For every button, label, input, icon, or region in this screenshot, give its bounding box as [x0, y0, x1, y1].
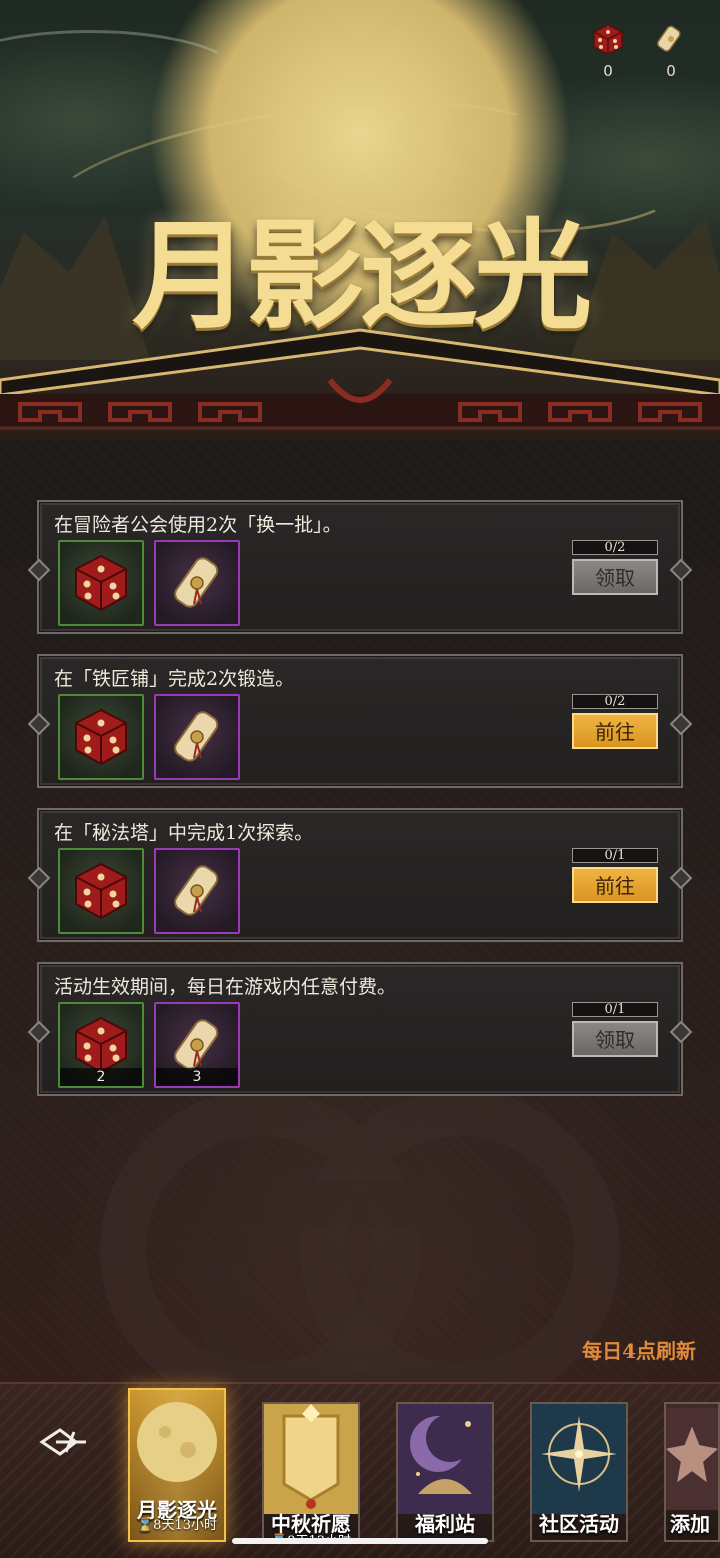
reward-dice[interactable] — [58, 694, 144, 780]
reward-dice[interactable] — [58, 848, 144, 934]
scroll-icon — [174, 865, 219, 916]
task-card: 在「秘法塔」中完成1次探索。 0/1 前往 — [37, 808, 683, 942]
task-progress: 0/2 — [572, 694, 658, 709]
reward-scroll[interactable] — [154, 694, 240, 780]
reward-dice[interactable]: 2 — [58, 1002, 144, 1088]
home-indicator[interactable] — [232, 1538, 488, 1544]
task-progress: 0/1 — [572, 1002, 658, 1017]
red-dice-icon — [591, 22, 625, 56]
claim-button[interactable]: 领取 — [572, 1021, 658, 1057]
tab-welfare-station[interactable]: 福利站 — [396, 1402, 494, 1542]
go-button[interactable]: 前往 — [572, 867, 658, 903]
daily-refresh-note: 每日4点刷新 — [582, 1339, 696, 1363]
red-dice-icon — [75, 862, 127, 920]
tab-mid-autumn-wish[interactable]: 中秋祈愿 ⌛8天13小时 — [262, 1402, 360, 1542]
back-arrow-icon — [39, 1428, 86, 1456]
event-banner: 月影逐光 0 0 — [0, 0, 720, 440]
task-description: 在「秘法塔」中完成1次探索。 — [54, 822, 314, 844]
crescent-moon-icon — [398, 1404, 492, 1514]
tab-label: 社区活动 — [539, 1512, 619, 1536]
scroll-icon — [174, 711, 219, 762]
tab-moon-shadow[interactable]: 月影逐光 ⌛8天13小时 — [128, 1388, 226, 1542]
event-tab-bar: 月影逐光 ⌛8天13小时 中秋祈愿 ⌛8天13小时 福利站 社区活动 — [0, 1382, 720, 1558]
red-dice-icon — [75, 708, 127, 766]
tab-timer-text: 8天13小时 — [153, 1518, 217, 1533]
lantern-icon — [264, 1404, 358, 1514]
scroll-icon — [654, 22, 688, 56]
scroll-icon — [174, 557, 219, 608]
dice-currency: 0 — [588, 22, 628, 80]
task-description: 活动生效期间，每日在游戏内任意付费。 — [54, 976, 397, 998]
dice-count: 0 — [603, 62, 613, 80]
compass-icon — [532, 1404, 626, 1514]
task-card: 在冒险者公会使用2次「换一批」。 0/2 领取 — [37, 500, 683, 634]
pavilion-roof — [0, 320, 720, 440]
cloud-swirl — [0, 30, 240, 120]
reward-quantity: 3 — [156, 1068, 238, 1086]
scroll-count: 0 — [666, 62, 676, 80]
red-dice-icon — [75, 554, 127, 612]
task-card: 活动生效期间，每日在游戏内任意付费。 2 3 0/1 领取 — [37, 962, 683, 1096]
tab-label: 福利站 — [415, 1512, 475, 1536]
task-description: 在「铁匠铺」完成2次锻造。 — [54, 668, 295, 690]
back-button[interactable] — [36, 1420, 92, 1464]
task-progress: 0/1 — [572, 848, 658, 863]
flower-icon — [666, 1407, 718, 1511]
reward-scroll[interactable]: 3 — [154, 1002, 240, 1088]
reward-dice[interactable] — [58, 540, 144, 626]
tab-community-events[interactable]: 社区活动 — [530, 1402, 628, 1542]
reward-scroll[interactable] — [154, 540, 240, 626]
reward-quantity: 2 — [60, 1068, 142, 1086]
task-progress: 0/2 — [572, 540, 658, 555]
tab-label: 添加 — [670, 1512, 710, 1536]
tab-timer: ⌛8天13小时 — [136, 1518, 217, 1533]
task-card: 在「铁匠铺」完成2次锻造。 0/2 前往 — [37, 654, 683, 788]
tab-add[interactable]: 添加 — [664, 1402, 720, 1542]
moon-icon — [137, 1402, 217, 1482]
claim-button[interactable]: 领取 — [572, 559, 658, 595]
reward-scroll[interactable] — [154, 848, 240, 934]
go-button[interactable]: 前往 — [572, 713, 658, 749]
task-description: 在冒险者公会使用2次「换一批」。 — [54, 514, 342, 536]
scroll-currency: 0 — [651, 22, 691, 80]
